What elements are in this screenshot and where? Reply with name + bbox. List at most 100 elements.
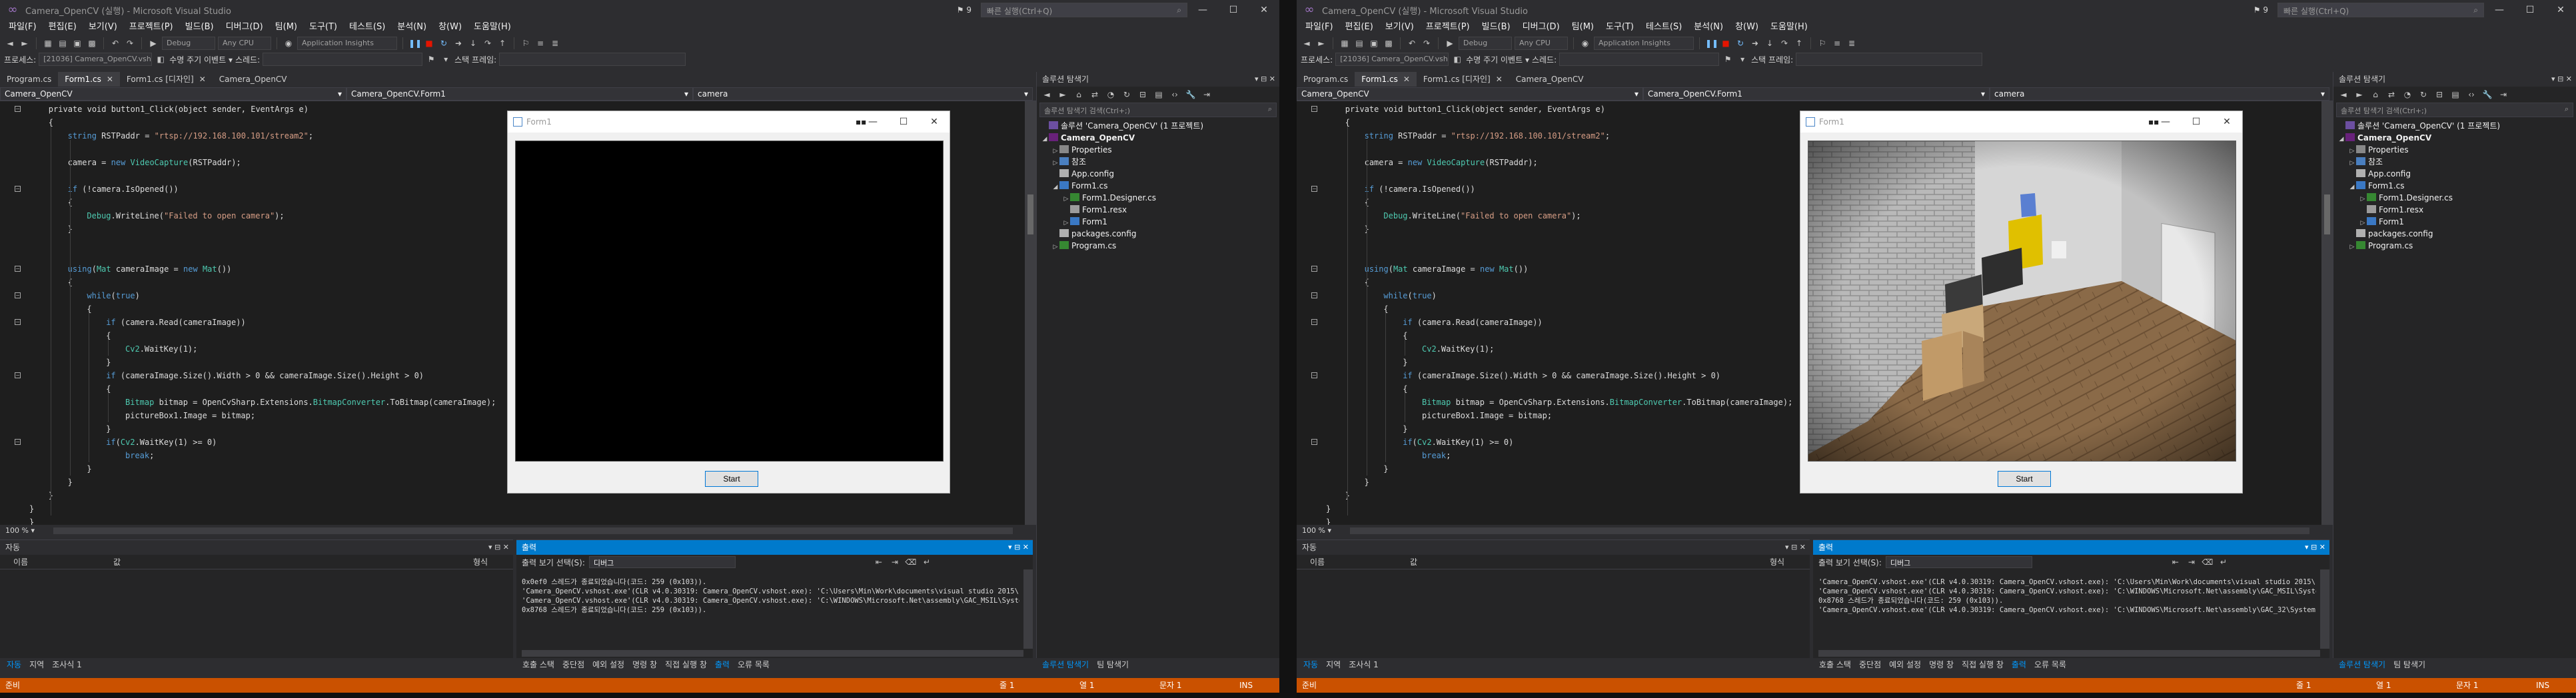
save-all-icon[interactable]: ▩	[1383, 37, 1395, 49]
bottom-tab[interactable]: 자동	[1299, 658, 1322, 671]
config-dropdown[interactable]: Debug	[162, 37, 215, 50]
tree-item[interactable]: ▷ Form1.Designer.cs	[1037, 192, 1279, 204]
step-out-icon[interactable]: ↑	[1793, 37, 1805, 49]
close-button[interactable]: ✕	[1249, 0, 1279, 20]
form1-window[interactable]: Form1 ▪▪ — ☐ ✕ Start	[507, 111, 950, 494]
class-dropdown[interactable]: Camera_OpenCV.Form1 ▾	[346, 87, 693, 101]
lifecycle-label[interactable]: 수명 주기 이벤트 ▾	[169, 54, 233, 65]
open-file-icon[interactable]: ▤	[57, 37, 69, 49]
back-icon[interactable]: ◄	[1301, 37, 1313, 49]
tree-item[interactable]: ▷ 참조	[2333, 156, 2576, 168]
sync-icon[interactable]: ⇄	[1089, 89, 1101, 101]
tree-item[interactable]: ▷ Form1	[2333, 216, 2576, 228]
preview-icon[interactable]: ⇥	[1201, 89, 1213, 101]
doc-tab[interactable]: Form1.cs ✕	[58, 72, 120, 87]
collapse-icon[interactable]: −	[1311, 439, 1317, 445]
menu-item[interactable]: 프로젝트(P)	[1420, 20, 1476, 35]
refresh-icon[interactable]: ↻	[2417, 89, 2429, 101]
tree-item[interactable]: App.config	[2333, 168, 2576, 180]
collapse-icon[interactable]: −	[15, 292, 21, 298]
output-vertical-scrollbar[interactable]	[1023, 569, 1033, 649]
lifecycle-label[interactable]: 수명 주기 이벤트 ▾	[1466, 54, 1529, 65]
collapse-all-icon[interactable]: ⊟	[2433, 89, 2445, 101]
view-code-icon[interactable]: ‹›	[2465, 89, 2477, 101]
pane-buttons[interactable]: ▾ ⊟ ✕	[1785, 540, 1806, 555]
bottom-tab[interactable]: 출력	[711, 658, 734, 671]
next-icon[interactable]: ⇥	[889, 556, 901, 568]
menu-item[interactable]: 프로젝트(P)	[123, 20, 179, 35]
tree-item[interactable]: ▷ Program.cs	[1037, 240, 1279, 252]
menu-item[interactable]: 도움말(H)	[468, 20, 517, 35]
menu-item[interactable]: 디버그(D)	[220, 20, 269, 35]
step-over-icon[interactable]: ↷	[1778, 37, 1790, 49]
uncomment-icon[interactable]: ≣	[549, 37, 561, 49]
menu-item[interactable]: 파일(F)	[3, 20, 43, 35]
collapse-icon[interactable]: −	[15, 372, 21, 378]
menu-item[interactable]: 분석(N)	[391, 20, 432, 35]
bottom-tab[interactable]: 솔루션 탐색기	[2335, 658, 2389, 671]
home-icon[interactable]: ⌂	[1073, 89, 1085, 101]
word-wrap-icon[interactable]: ↵	[921, 556, 933, 568]
output-text[interactable]: 0x0ef0 스레드가 종료되었습니다(코드: 259 (0x103)). 'Ca…	[522, 577, 1019, 647]
bottom-tab[interactable]: 지역	[1322, 658, 1345, 671]
stackframe-dropdown[interactable]	[499, 53, 686, 66]
form-maximize-button[interactable]: ☐	[888, 111, 919, 133]
start-button[interactable]: Start	[1998, 471, 2051, 487]
uncomment-icon[interactable]: ≣	[1846, 37, 1858, 49]
tree-item[interactable]: ▷ Program.cs	[2333, 240, 2576, 252]
tree-item[interactable]: packages.config	[2333, 228, 2576, 240]
pane-buttons[interactable]: ▾ ⊟ ✕	[1008, 540, 1029, 555]
output-source-dropdown[interactable]: 디버그	[588, 556, 736, 568]
collapse-icon[interactable]: −	[15, 439, 21, 445]
member-dropdown[interactable]: camera ▾	[693, 87, 1033, 101]
menu-item[interactable]: 도구(T)	[1600, 20, 1640, 35]
output-horizontal-scrollbar[interactable]	[522, 650, 1023, 657]
col-name[interactable]: 이름	[1297, 555, 1410, 569]
bottom-tab[interactable]: 자동	[3, 658, 25, 671]
back-icon[interactable]: ◄	[4, 37, 16, 49]
pane-buttons[interactable]: ▾ ⊟ ✕	[1255, 72, 1275, 87]
minimize-button[interactable]: —	[1187, 0, 1218, 20]
collapse-all-icon[interactable]: ⊟	[1137, 89, 1149, 101]
collapse-icon[interactable]: −	[1311, 319, 1317, 325]
editor-scroll-thumb[interactable]	[1027, 194, 1033, 234]
new-project-icon[interactable]: ▦	[1339, 37, 1351, 49]
tree-item[interactable]: ▷ 참조	[1037, 156, 1279, 168]
form-close-button[interactable]: ✕	[2212, 111, 2242, 133]
properties-icon[interactable]: 🔧	[1185, 89, 1197, 101]
start-button[interactable]: Start	[705, 471, 758, 487]
bookmark-icon[interactable]: ⚐	[1816, 37, 1828, 49]
filter-icon[interactable]: ▾	[1736, 53, 1748, 65]
bottom-tab[interactable]: 솔루션 탐색기	[1038, 658, 1093, 671]
project-dropdown[interactable]: Camera_OpenCV ▾	[0, 87, 346, 101]
quick-launch-input[interactable]: 빠른 실행(Ctrl+Q) ⌕	[981, 3, 1187, 17]
col-name[interactable]: 이름	[0, 555, 113, 569]
bottom-tab[interactable]: 명령 창	[1925, 658, 1958, 671]
tree-item[interactable]: 솔루션 'Camera_OpenCV' (1 프로젝트)	[1037, 120, 1279, 132]
form-close-button[interactable]: ✕	[919, 111, 950, 133]
stop-icon[interactable]: ■	[423, 37, 435, 49]
editor-scroll-thumb[interactable]	[2324, 194, 2330, 234]
show-next-statement-icon[interactable]: ➜	[1749, 37, 1761, 49]
bottom-tab[interactable]: 오류 목록	[734, 658, 774, 671]
notification-flag[interactable]: ⚑ 9	[957, 5, 971, 15]
menu-item[interactable]: 테스트(S)	[343, 20, 391, 35]
minimize-button[interactable]: —	[2484, 0, 2515, 20]
collapse-icon[interactable]: −	[1311, 372, 1317, 378]
doc-tab[interactable]: Camera_OpenCV	[1509, 72, 1591, 87]
menu-item[interactable]: 빌드(B)	[179, 20, 220, 35]
thread-dropdown[interactable]	[263, 53, 423, 66]
show-next-statement-icon[interactable]: ➜	[452, 37, 464, 49]
step-into-icon[interactable]: ↓	[1764, 37, 1776, 49]
refresh-icon[interactable]: ↻	[1121, 89, 1133, 101]
collapse-icon[interactable]: −	[1311, 106, 1317, 112]
tree-item[interactable]: ◢ Camera_OpenCV	[1037, 132, 1279, 144]
comment-icon[interactable]: ≡	[1831, 37, 1843, 49]
open-file-icon[interactable]: ▤	[1353, 37, 1365, 49]
close-icon[interactable]: ✕	[1403, 75, 1410, 84]
platform-dropdown[interactable]: Any CPU	[1515, 37, 1568, 50]
maximize-button[interactable]: ☐	[1218, 0, 1249, 20]
comment-icon[interactable]: ≡	[534, 37, 546, 49]
sync-icon[interactable]: ⇄	[2385, 89, 2397, 101]
menu-item[interactable]: 디버그(D)	[1517, 20, 1566, 35]
